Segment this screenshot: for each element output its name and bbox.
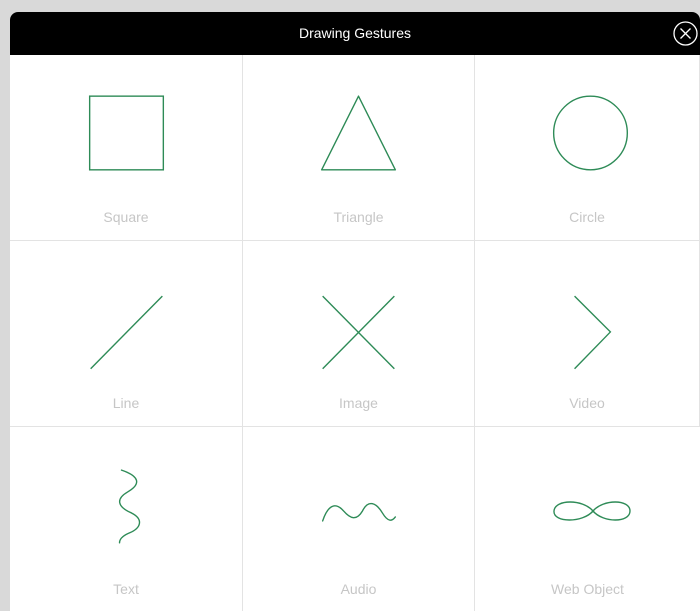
- gesture-cell-line[interactable]: Line: [10, 241, 243, 427]
- vertical-squiggle-gesture-icon: [118, 469, 141, 544]
- gesture-label: Image: [339, 395, 378, 411]
- infinity-gesture-icon: [553, 501, 631, 521]
- square-gesture-icon: [88, 95, 165, 171]
- chevron-gesture-icon: [574, 295, 612, 370]
- gesture-cell-web-object[interactable]: Web Object: [475, 427, 700, 611]
- circle-gesture-icon: [552, 95, 629, 171]
- triangle-gesture-icon: [320, 95, 397, 171]
- dialog-titlebar: Drawing Gestures: [10, 12, 700, 55]
- gesture-label: Square: [103, 209, 149, 225]
- gesture-grid: Square Triangle Circle Line Image Video …: [10, 55, 700, 611]
- gesture-cell-triangle[interactable]: Triangle: [243, 55, 475, 241]
- line-gesture-icon: [90, 295, 163, 370]
- gesture-label: Video: [569, 395, 605, 411]
- gesture-label: Line: [112, 395, 140, 411]
- drawing-gestures-dialog: Drawing Gestures Square Triangle Circle: [10, 12, 700, 611]
- gesture-label: Audio: [340, 581, 377, 597]
- gesture-cell-text[interactable]: Text: [10, 427, 243, 611]
- gesture-cell-video[interactable]: Video: [475, 241, 700, 427]
- gesture-cell-image[interactable]: Image: [243, 241, 475, 427]
- gesture-label: Text: [113, 581, 139, 597]
- dialog-title: Drawing Gestures: [298, 25, 412, 41]
- wave-gesture-icon: [321, 503, 397, 522]
- gesture-label: Circle: [569, 209, 605, 225]
- close-circle-icon[interactable]: [672, 20, 699, 47]
- gesture-label: Triangle: [333, 209, 384, 225]
- gesture-cell-square[interactable]: Square: [10, 55, 243, 241]
- gesture-label: Web Object: [551, 581, 624, 597]
- gesture-cell-circle[interactable]: Circle: [475, 55, 700, 241]
- x-gesture-icon: [322, 295, 395, 370]
- gesture-cell-audio[interactable]: Audio: [243, 427, 475, 611]
